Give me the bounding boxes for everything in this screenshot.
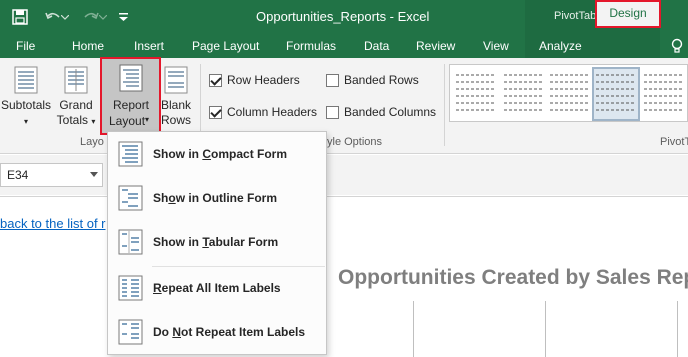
report-layout-label-2: Layout [109, 114, 146, 128]
tab-home[interactable]: Home [72, 39, 104, 53]
menu-item-repeat-all-item-labels[interactable]: Repeat All Item Labels [108, 270, 326, 306]
subtotals-label: Subtotals [1, 98, 52, 112]
banded-rows-checkbox[interactable]: Banded Rows [326, 73, 419, 87]
menu-item-label: Show in Outline Form [153, 191, 278, 205]
subtotals-button[interactable]: Subtotals ▾ [1, 66, 51, 129]
checkbox-unchecked-icon [326, 73, 339, 87]
menu-item-label: Repeat All Item Labels [153, 281, 281, 295]
menu-item-do-not-repeat-item-labels[interactable]: Do Not Repeat Item Labels [108, 314, 326, 350]
report-layout-dropdown-icon: ▾ [145, 115, 150, 124]
tab-file[interactable]: File [16, 39, 35, 53]
row-headers-checkbox[interactable]: Row Headers [209, 73, 300, 87]
menu-item-tabular-form[interactable]: Show in Tabular Form [108, 224, 326, 260]
document-title: Opportunities_Reports - Excel [256, 9, 430, 24]
repeat-labels-icon [118, 275, 143, 301]
redo-dropdown-icon[interactable] [98, 6, 108, 28]
name-box-value: E34 [7, 168, 29, 182]
group-separator [444, 64, 445, 146]
menu-separator [152, 266, 325, 267]
tab-page-layout[interactable]: Page Layout [192, 39, 259, 53]
checkbox-checked-icon [209, 73, 222, 87]
menu-item-compact-form[interactable]: Show in Compact Form [108, 136, 326, 172]
banded-rows-label: Banded Rows [344, 73, 419, 87]
tab-insert[interactable]: Insert [134, 39, 164, 53]
customize-qat-icon[interactable] [116, 6, 130, 28]
style-thumbnail[interactable] [502, 69, 546, 119]
style-thumbnail[interactable] [642, 69, 686, 119]
cell-border [545, 301, 546, 357]
menu-item-outline-form[interactable]: Show in Outline Form [108, 180, 326, 216]
report-layout-button[interactable]: Report Layout ▾ [100, 57, 161, 135]
grand-totals-button[interactable]: Grand Totals ▾ [54, 66, 98, 129]
column-headers-label: Column Headers [227, 105, 318, 119]
report-title: Opportunities Created by Sales Rep [338, 266, 688, 289]
style-thumbnail-selected[interactable] [592, 67, 640, 121]
cell-border [413, 301, 414, 357]
menu-item-label: Show in Tabular Form [153, 235, 279, 249]
menu-item-label: Do Not Repeat Item Labels [153, 325, 306, 339]
checkbox-unchecked-icon [326, 105, 339, 119]
tab-review[interactable]: Review [416, 39, 455, 53]
save-icon[interactable] [9, 6, 31, 28]
cell-border [677, 301, 678, 357]
tab-analyze[interactable]: Analyze [539, 39, 582, 53]
pivottable-styles-gallery[interactable] [449, 64, 688, 122]
tab-view[interactable]: View [483, 39, 509, 53]
column-headers-checkbox[interactable]: Column Headers [209, 105, 317, 119]
outline-form-icon [118, 185, 143, 211]
subtotals-icon [14, 66, 38, 94]
report-layout-icon [119, 64, 143, 92]
banded-columns-checkbox[interactable]: Banded Columns [326, 105, 436, 119]
menu-item-label: Show in Compact Form [153, 147, 288, 161]
style-thumbnail[interactable] [548, 69, 592, 119]
name-box-dropdown-icon[interactable] [90, 172, 98, 177]
name-box[interactable]: E34 [0, 163, 103, 187]
undo-dropdown-icon[interactable] [60, 6, 70, 28]
tab-design[interactable]: Design [595, 0, 661, 28]
blank-rows-label-2: Rows [160, 113, 191, 127]
report-layout-label-1: Report [113, 98, 150, 112]
grand-totals-icon [64, 66, 88, 94]
grand-totals-label-2: Totals [56, 113, 88, 127]
grand-totals-label-1: Grand [59, 98, 93, 112]
lightbulb-icon[interactable] [671, 38, 683, 57]
style-thumbnail[interactable] [454, 69, 498, 119]
row-headers-label: Row Headers [227, 73, 300, 87]
title-bar: Opportunities_Reports - Excel PivotTable… [0, 0, 688, 33]
blank-rows-label-1: Blank [160, 98, 192, 112]
tab-data[interactable]: Data [364, 39, 389, 53]
formula-bar: E34 [0, 155, 688, 195]
style-options-group-label: yle Options [327, 136, 383, 148]
pivottable-styles-group-label: PivotT [660, 136, 688, 148]
compact-form-icon [118, 141, 143, 167]
do-not-repeat-labels-icon [118, 319, 143, 345]
banded-columns-label: Banded Columns [344, 105, 437, 119]
checkbox-checked-icon [209, 105, 222, 119]
tab-formulas[interactable]: Formulas [286, 39, 336, 53]
back-to-list-link[interactable]: back to the list of r [0, 216, 106, 231]
layout-group-label: Layo [80, 136, 104, 148]
blank-rows-icon [164, 66, 188, 94]
worksheet-grid[interactable]: back to the list of r Opportunities Crea… [0, 196, 688, 357]
ribbon-tab-row: File Home Insert Page Layout Formulas Da… [0, 33, 688, 58]
report-layout-menu: Show in Compact Form Show in Outline For… [107, 131, 327, 355]
tabular-form-icon [118, 229, 143, 255]
